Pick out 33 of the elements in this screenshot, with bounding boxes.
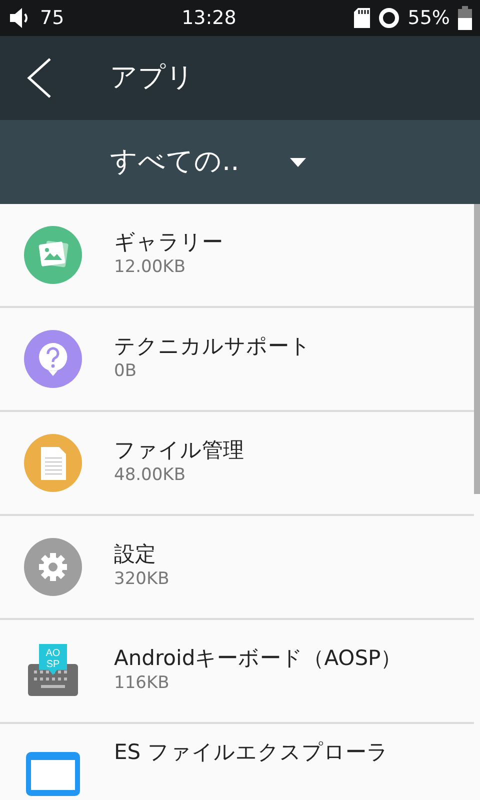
sd-card-icon (354, 8, 370, 28)
tag-icon (39, 644, 67, 675)
app-name: ES ファイルエクスプローラ (114, 740, 388, 766)
back-icon[interactable] (26, 57, 52, 99)
app-name: ギャラリー (114, 230, 223, 255)
app-list-item[interactable]: AO SP Androidキーボード（AOSP） 116KB (0, 620, 474, 724)
help-bubble-icon (24, 330, 82, 388)
document-icon (24, 434, 82, 492)
app-name: ファイル管理 (114, 438, 244, 463)
app-size: 116KB (114, 672, 170, 695)
app-size: 48.00KB (114, 464, 186, 487)
screen-title: アプリ (110, 60, 194, 95)
app-list-item[interactable]: ファイル管理 48.00KB (0, 412, 474, 516)
app-list-item[interactable]: 設定 320KB (0, 516, 474, 620)
app-name: Androidキーボード（AOSP） (114, 646, 402, 671)
gear-icon (24, 538, 82, 596)
app-name: 設定 (114, 542, 157, 567)
app-list-item[interactable]: ES ファイルエクスプローラ (0, 724, 474, 800)
app-size: 0B (114, 360, 138, 383)
app-list-item[interactable]: テクニカルサポート 0B (0, 308, 474, 412)
icon-label: SP (46, 659, 60, 670)
dropdown-caret-icon (290, 158, 306, 166)
app-name: テクニカルサポート (114, 334, 311, 359)
app-size: 320KB (114, 568, 170, 591)
battery-percent: 55% (408, 6, 450, 31)
app-list-item[interactable]: ギャラリー 12.00KB (0, 204, 474, 308)
clock: 13:28 (180, 6, 238, 31)
volume-level: 75 (40, 6, 64, 31)
battery-icon (458, 6, 472, 30)
gallery-app-icon (24, 226, 82, 284)
ring-icon (378, 7, 400, 29)
app-size: 12.00KB (114, 256, 186, 279)
icon-label: AO (46, 648, 60, 659)
